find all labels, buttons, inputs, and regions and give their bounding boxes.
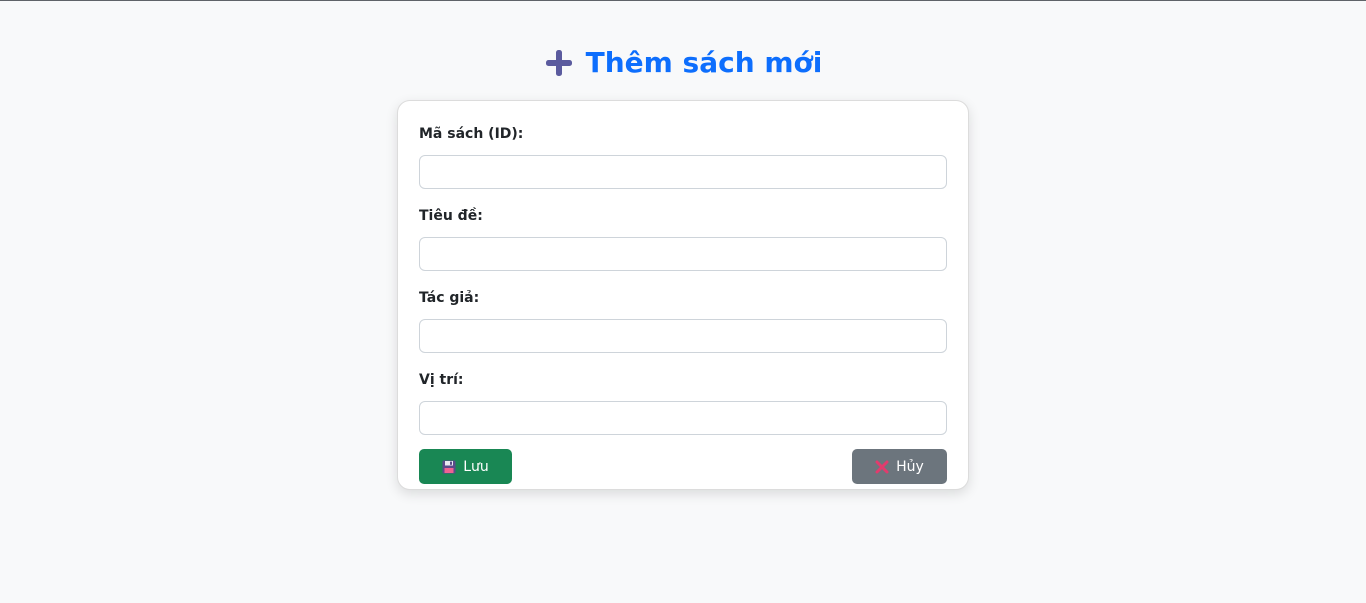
title-group: Tiêu đề: — [419, 205, 947, 271]
author-label: Tác giả: — [419, 290, 480, 306]
save-button-label: Lưu — [463, 458, 489, 475]
author-input[interactable] — [419, 319, 947, 353]
book-id-group: Mã sách (ID): — [419, 123, 947, 189]
location-label: Vị trí: — [419, 372, 464, 388]
title-input[interactable] — [419, 237, 947, 271]
book-id-input[interactable] — [419, 155, 947, 189]
cancel-button[interactable]: Hủy — [852, 449, 947, 484]
cancel-button-label: Hủy — [896, 458, 924, 475]
add-book-form: Mã sách (ID): Tiêu đề: Tác giả: Vị trí: … — [397, 100, 969, 490]
book-id-label: Mã sách (ID): — [419, 126, 524, 142]
author-group: Tác giả: — [419, 287, 947, 353]
title-label: Tiêu đề: — [419, 208, 483, 224]
location-group: Vị trí: — [419, 369, 947, 435]
form-actions: Lưu Hủy — [419, 449, 947, 484]
page-title: Thêm sách mới — [0, 43, 1366, 83]
location-input[interactable] — [419, 401, 947, 435]
cross-icon — [875, 460, 889, 474]
save-button[interactable]: Lưu — [419, 449, 512, 484]
page-title-text: Thêm sách mới — [585, 46, 823, 79]
plus-icon — [544, 48, 574, 78]
floppy-disk-icon — [442, 460, 456, 474]
